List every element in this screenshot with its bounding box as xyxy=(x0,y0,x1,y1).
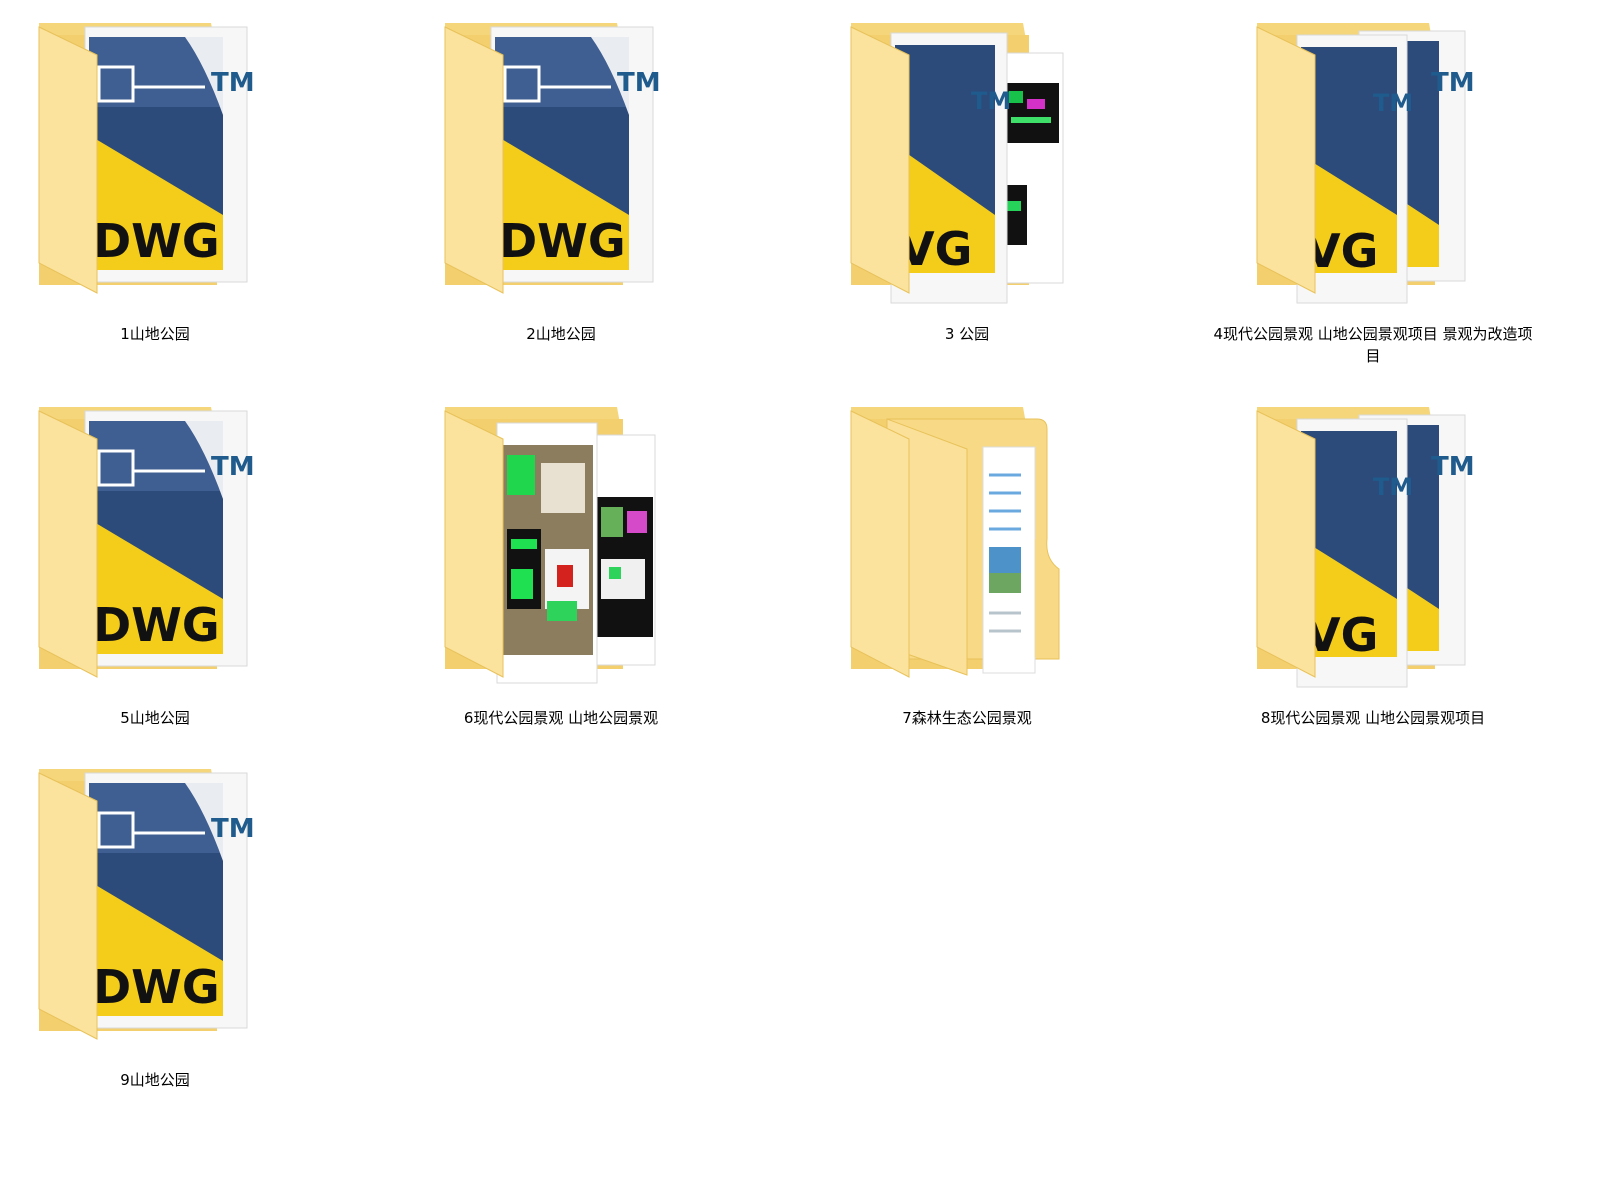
tm-mark-text: TM xyxy=(1431,452,1475,482)
folder-item-4[interactable]: TM TM VG 4现代公园景观 山地公园景观项目 景观为改造项目 xyxy=(1193,5,1553,365)
dwg-mark-text: DWG xyxy=(93,960,220,1014)
tm-mark-text: TM xyxy=(211,452,255,482)
folder-name: 4现代公园景观 山地公园景观项目 景观为改造项目 xyxy=(1213,325,1533,365)
tm-mark-text: TM xyxy=(1373,89,1413,117)
folder-item-9[interactable]: TM DWG 9山地公园 xyxy=(0,751,335,1111)
dwg-mark-text: DWG xyxy=(93,214,220,268)
folder-dwg-drawings-icon: TM VG xyxy=(787,5,1147,315)
dwg-mark-text: DWG xyxy=(499,214,626,268)
folder-name: 5山地公园 xyxy=(120,709,190,727)
dwg-mark-text: DWG xyxy=(93,598,220,652)
folder-name: 1山地公园 xyxy=(120,325,190,343)
folder-name: 2山地公园 xyxy=(526,325,596,343)
folder-dwg-icon: TM DWG xyxy=(0,751,335,1061)
folder-item-6[interactable]: 6现代公园景观 山地公园景观 xyxy=(381,389,741,749)
folder-item-5[interactable]: TM DWG 5山地公园 xyxy=(0,389,335,749)
folder-dwg-icon: TM DWG xyxy=(0,389,335,699)
tm-mark-text: TM xyxy=(971,87,1011,115)
tm-mark-text: TM xyxy=(1431,68,1475,98)
folder-dwg-icon: TM DWG xyxy=(0,5,335,315)
folder-item-2[interactable]: TM DWG 2山地公园 xyxy=(381,5,741,365)
folder-item-3[interactable]: TM VG 3 公园 xyxy=(787,5,1147,365)
tm-mark-text: TM xyxy=(617,68,661,98)
folder-dwg-icon: TM DWG xyxy=(381,5,741,315)
folder-item-1[interactable]: TM DWG 1山地公园 xyxy=(0,5,335,365)
folder-name: 8现代公园景观 山地公园景观项目 xyxy=(1260,709,1486,727)
folder-item-8[interactable]: TM TM VG 8现代公园景观 山地公园景观项目 xyxy=(1193,389,1553,749)
folder-name: 7森林生态公园景观 xyxy=(902,709,1032,727)
folder-item-7[interactable]: 7森林生态公园景观 xyxy=(787,389,1147,749)
folder-drawings-icon xyxy=(381,389,741,699)
folder-icon-view: TM DWG 1山地公园 TM DWG 2山地公园 TM VG 3 公园 TM … xyxy=(0,0,1600,1200)
tm-mark-text: TM xyxy=(211,814,255,844)
folder-name: 3 公园 xyxy=(944,325,990,343)
tm-mark-text: TM xyxy=(211,68,255,98)
folder-name: 9山地公园 xyxy=(120,1071,190,1089)
folder-dwg-double-icon: TM TM VG xyxy=(1193,5,1553,315)
dwg-mark-text: VG xyxy=(1305,608,1378,662)
dwg-mark-text: VG xyxy=(899,222,972,276)
folder-documents-icon xyxy=(787,389,1147,699)
tm-mark-text: TM xyxy=(1373,473,1413,501)
folder-dwg-double-icon: TM TM VG xyxy=(1193,389,1553,699)
dwg-mark-text: VG xyxy=(1305,224,1378,278)
folder-name: 6现代公园景观 山地公园景观 xyxy=(463,709,659,727)
